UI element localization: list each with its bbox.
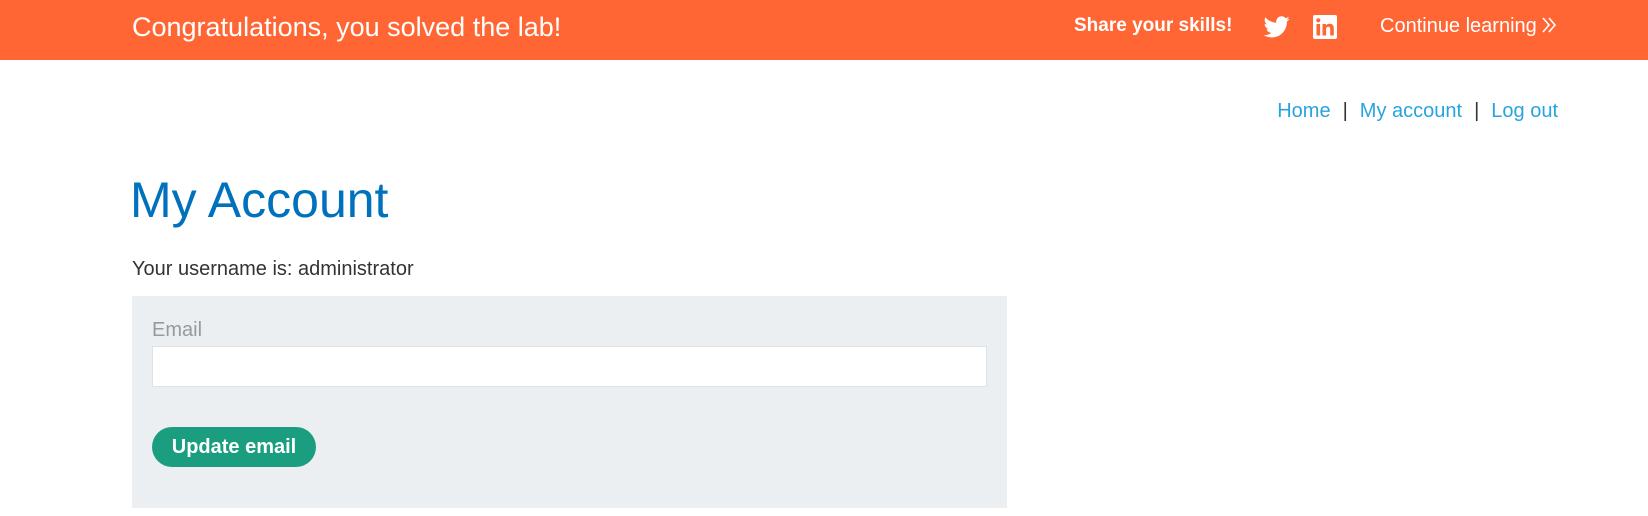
linkedin-icon[interactable] [1313,15,1337,39]
share-skills-label: Share your skills! [1074,15,1233,36]
top-navigation: Home | My account | Log out [1277,98,1558,124]
page-title: My Account [130,172,389,228]
email-input[interactable] [152,346,987,387]
twitter-icon[interactable] [1264,15,1290,39]
update-email-form: Email Update email [132,296,1007,508]
nav-home-link[interactable]: Home [1277,100,1330,122]
continue-learning-label: Continue learning [1380,15,1537,37]
nav-separator: | [1342,100,1348,122]
nav-log-out-link[interactable]: Log out [1491,100,1558,122]
nav-my-account-link[interactable]: My account [1360,100,1462,122]
update-email-button[interactable]: Update email [152,427,316,467]
continue-learning-link[interactable]: Continue learning [1380,14,1557,38]
banner-title: Congratulations, you solved the lab! [132,12,562,42]
nav-separator: | [1474,100,1480,122]
lab-solved-banner: Congratulations, you solved the lab! Sha… [0,0,1648,60]
email-label: Email [152,319,203,341]
chevrons-right-icon [1542,17,1556,33]
username-text: Your username is: administrator [132,258,414,280]
